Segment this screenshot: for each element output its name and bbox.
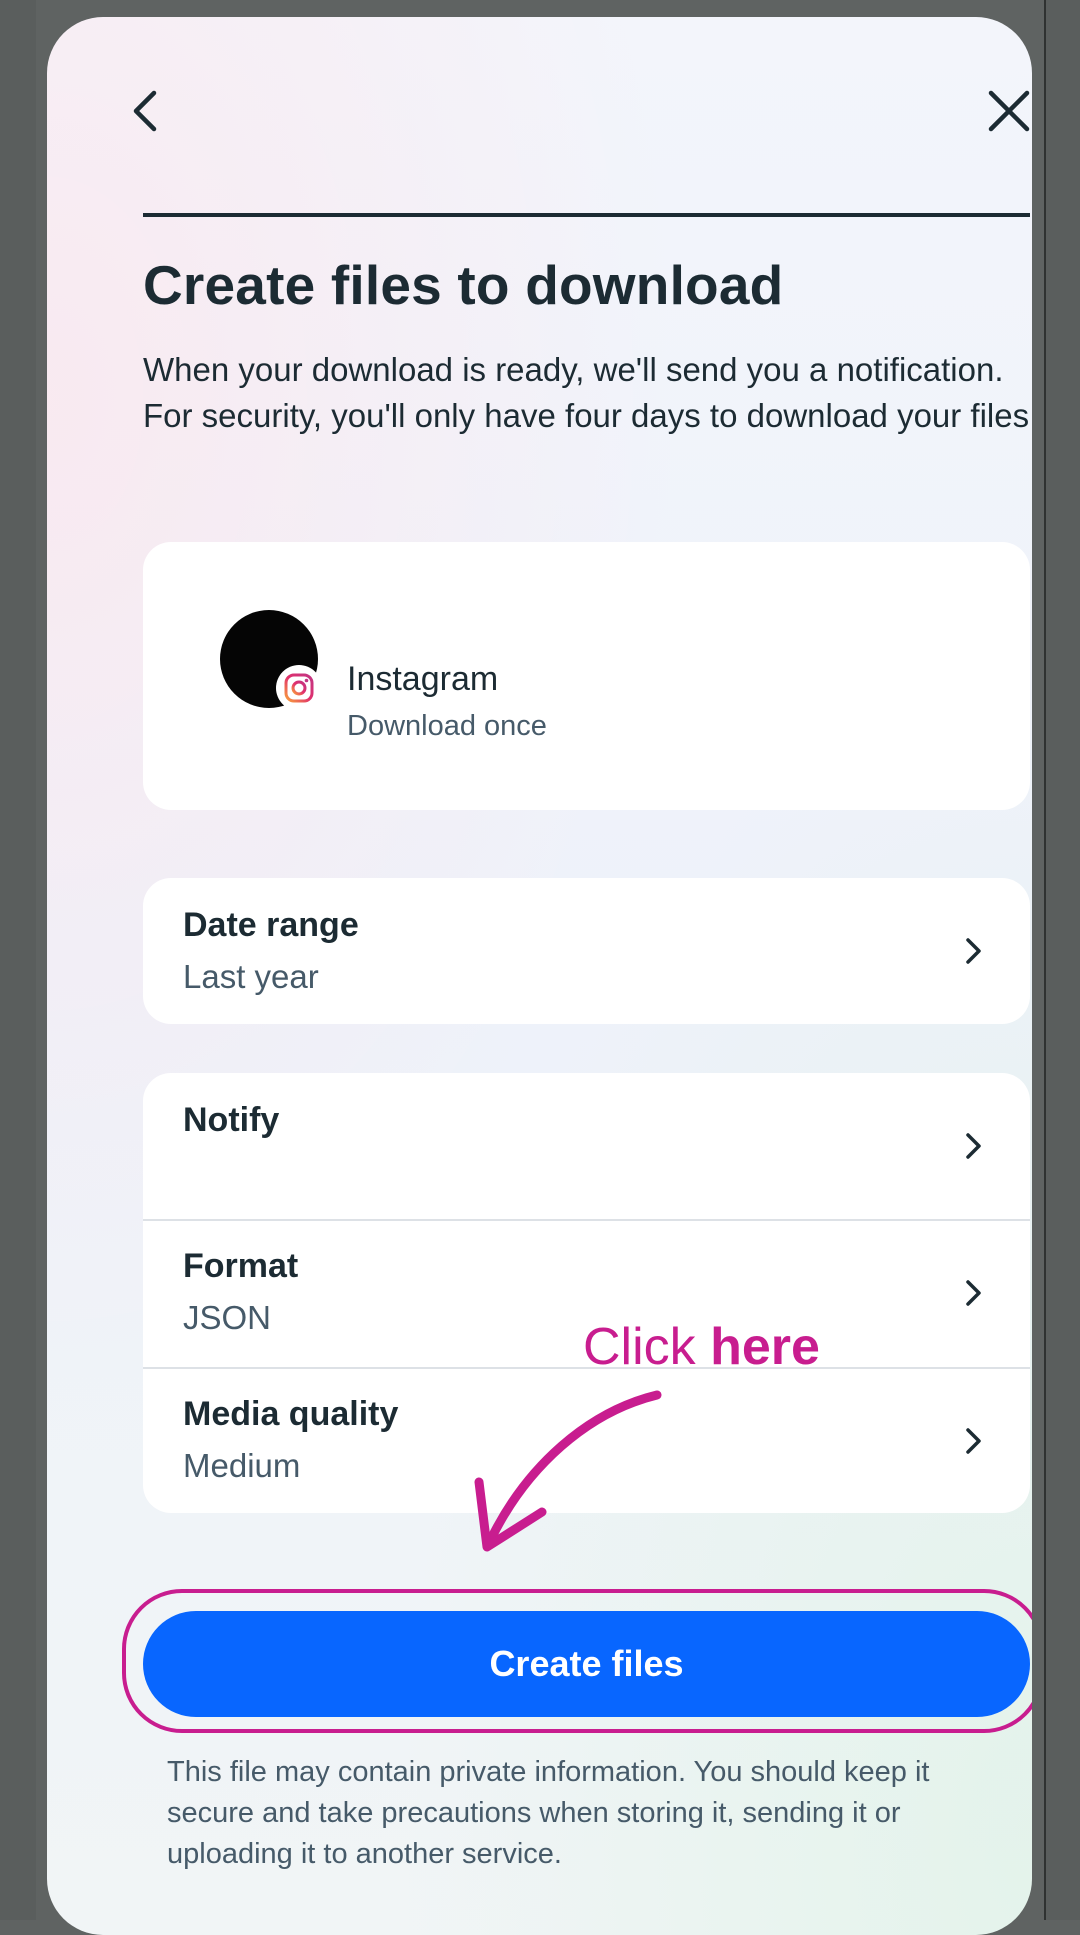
date-range-row[interactable]: Date range Last year xyxy=(143,878,1030,1024)
back-button[interactable] xyxy=(115,81,175,141)
create-files-button[interactable]: Create files xyxy=(143,1611,1030,1717)
chevron-left-icon xyxy=(133,90,157,132)
background-right-strip xyxy=(1044,0,1080,1920)
annotation-emphasis: here xyxy=(710,1318,820,1376)
close-button[interactable] xyxy=(979,81,1032,141)
chevron-right-icon xyxy=(966,1428,981,1454)
annotation-arrow-icon xyxy=(474,1390,662,1552)
page-title: Create files to download xyxy=(143,254,784,316)
background-left-strip xyxy=(0,0,36,1920)
download-sheet: Create files to download When your downl… xyxy=(47,17,1032,1935)
chevron-right-icon xyxy=(966,1280,981,1306)
close-icon xyxy=(988,90,1030,132)
account-name: Instagram xyxy=(347,660,499,698)
annotation-label: Click here xyxy=(583,1317,820,1377)
media-quality-label: Media quality xyxy=(183,1395,399,1433)
date-range-card: Date range Last year xyxy=(143,878,1030,1024)
privacy-disclaimer: This file may contain private informatio… xyxy=(167,1756,930,1870)
page-description: When your download is ready, we'll send … xyxy=(143,351,1032,434)
annotation-prefix: Click xyxy=(583,1318,711,1376)
account-subtitle: Download once xyxy=(347,710,547,742)
header-divider xyxy=(143,213,1030,217)
media-quality-value: Medium xyxy=(183,1447,301,1484)
date-range-label: Date range xyxy=(183,906,359,944)
format-value: JSON xyxy=(183,1299,272,1336)
format-label: Format xyxy=(183,1247,299,1285)
date-range-value: Last year xyxy=(183,958,319,995)
chevron-right-icon xyxy=(966,938,981,964)
account-card: Instagram Download once xyxy=(143,542,1030,810)
notify-row[interactable]: Notify xyxy=(143,1073,1030,1219)
chevron-right-icon xyxy=(966,1133,981,1159)
notify-label: Notify xyxy=(183,1101,280,1139)
instagram-icon xyxy=(276,665,322,711)
